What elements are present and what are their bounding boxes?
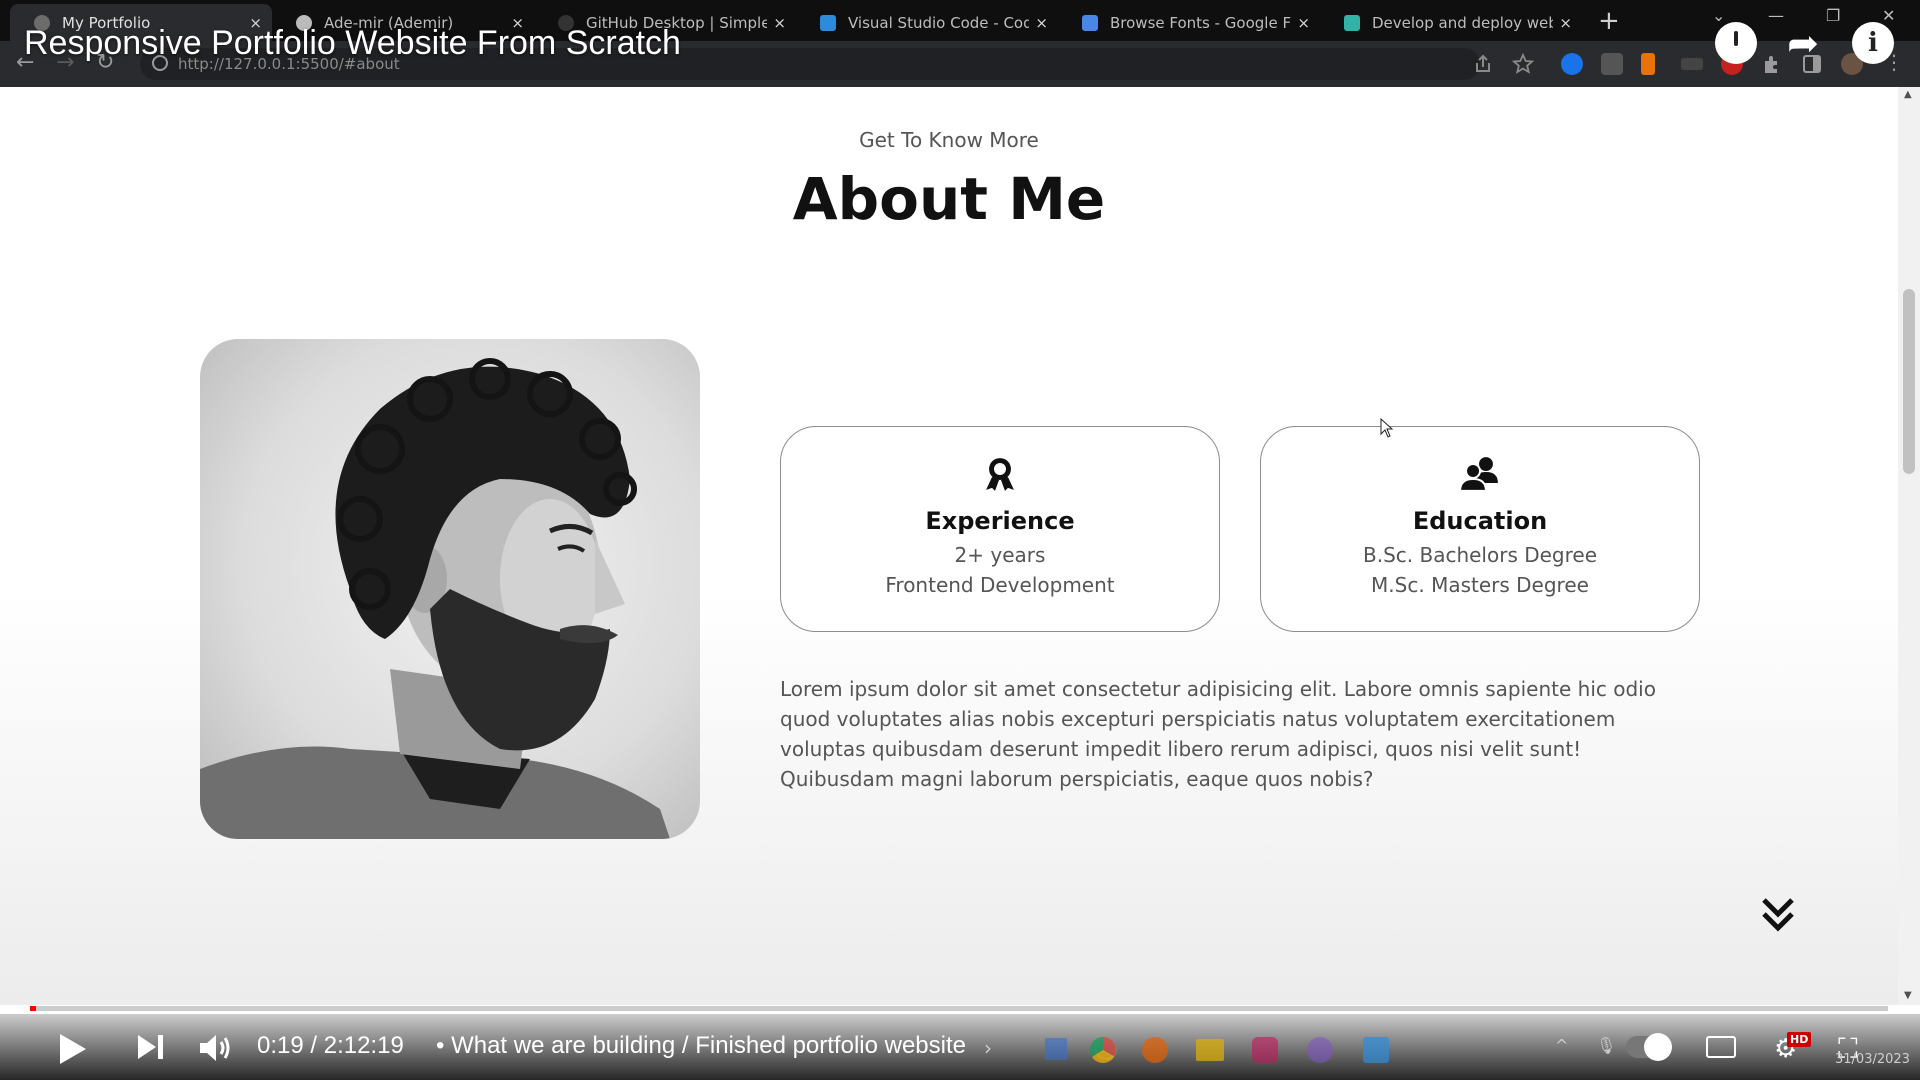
experience-heading: Experience [925,507,1075,535]
chapter-next-icon[interactable]: › [984,1036,992,1060]
vscode-icon [820,14,836,31]
about-title: About Me [792,165,1106,233]
taskbar-github-icon [1307,1037,1333,1063]
award-icon [986,458,1014,491]
extension-tb-icon[interactable] [1601,53,1623,75]
share-page-icon[interactable] [1472,53,1494,75]
taskbar-app-icon [1252,1037,1278,1063]
education-card: Education B.Sc. Bachelors Degree M.Sc. M… [1260,426,1700,632]
tab-google-fonts[interactable]: Browse Fonts - Google Fon × [1058,4,1320,41]
scroll-down-arrow-icon[interactable] [1760,894,1796,934]
experience-line-2: Frontend Development [885,573,1115,597]
minimize-icon[interactable]: — [1768,6,1784,25]
extensions-puzzle-icon[interactable] [1761,53,1783,75]
video-progress-bar[interactable] [30,1006,1888,1011]
about-paragraph: Lorem ipsum dolor sit amet consectetur a… [780,677,1656,791]
taskbar-folder-icon [1196,1039,1224,1061]
share-arrow-icon[interactable]: ➦ [1782,22,1824,64]
education-line-2: M.Sc. Masters Degree [1371,573,1589,597]
taskbar-firefox-icon [1142,1037,1168,1063]
video-title[interactable]: Responsive Portfolio Website From Scratc… [24,24,681,63]
education-line-1: B.Sc. Bachelors Degree [1362,543,1598,567]
new-tab-button[interactable]: + [1598,6,1620,36]
extension-play-icon[interactable] [1561,53,1583,75]
subtitles-icon[interactable] [1706,1036,1736,1058]
google-fonts-icon [1082,14,1098,31]
tray-chevron-icon: ^ [1555,1036,1569,1055]
profile-photo [200,339,700,839]
info-icon[interactable]: i [1852,22,1894,64]
extension-chart-icon[interactable] [1641,53,1655,75]
chapter-title[interactable]: • What we are building / Finished portfo… [436,1032,966,1060]
close-tab-icon[interactable]: × [773,14,786,32]
microphone-icon: 🎙 [1596,1036,1617,1055]
tab-deploy-website[interactable]: Develop and deploy websi × [1320,4,1582,41]
player-controls: 0:19 / 2:12:19 • What we are building / … [0,1014,1920,1080]
watch-later-clock-icon[interactable] [1715,22,1757,64]
video-progress-played [30,1006,36,1011]
tab-search-icon[interactable]: ⌄ [1712,6,1725,25]
tab-title: Visual Studio Code - Code [848,13,1030,32]
extension-keyboard-icon[interactable] [1681,58,1703,70]
mouse-cursor-icon [1380,418,1394,438]
play-icon[interactable] [56,1032,88,1066]
scrollbar-thumb[interactable] [1903,289,1915,474]
scroll-down-icon[interactable]: ▼ [1904,990,1912,1001]
close-tab-icon[interactable]: × [1035,14,1048,32]
taskbar-vscode-icon [1363,1037,1389,1063]
portfolio-page: Get To Know More About Me Experience 2+ … [0,87,1898,1005]
volume-icon[interactable] [198,1032,232,1064]
tab-title: Develop and deploy websi [1372,13,1554,32]
restore-icon[interactable]: ❐ [1826,6,1840,25]
hd-badge: HD [1787,1032,1812,1047]
education-heading: Education [1412,507,1548,535]
scroll-up-icon[interactable]: ▲ [1904,89,1912,100]
taskbar-date: 31/03/2023 [1835,1052,1910,1067]
netlify-icon [1344,14,1360,31]
taskbar-start-icon [1045,1038,1067,1060]
portrait-illustration [200,358,670,839]
education-icon [1459,457,1498,491]
window-close-icon[interactable]: ✕ [1882,6,1895,25]
tab-vscode[interactable]: Visual Studio Code - Code × [796,4,1058,41]
close-tab-icon[interactable]: × [1559,14,1572,32]
experience-line-1: 2+ years [954,543,1046,567]
autoplay-toggle[interactable] [1626,1033,1672,1061]
bookmark-star-icon[interactable] [1512,53,1534,75]
taskbar-chrome-icon [1090,1037,1116,1063]
tab-title: Browse Fonts - Google Fon [1110,13,1292,32]
autoplay-knob [1644,1033,1672,1061]
page-scrollbar[interactable]: ▲ ▼ [1898,87,1920,1005]
about-subtitle: Get To Know More [859,128,1039,152]
experience-card: Experience 2+ years Frontend Development [780,426,1220,632]
close-tab-icon[interactable]: × [1297,14,1310,32]
video-time: 0:19 / 2:12:19 [257,1032,404,1059]
next-video-icon[interactable] [136,1032,166,1062]
